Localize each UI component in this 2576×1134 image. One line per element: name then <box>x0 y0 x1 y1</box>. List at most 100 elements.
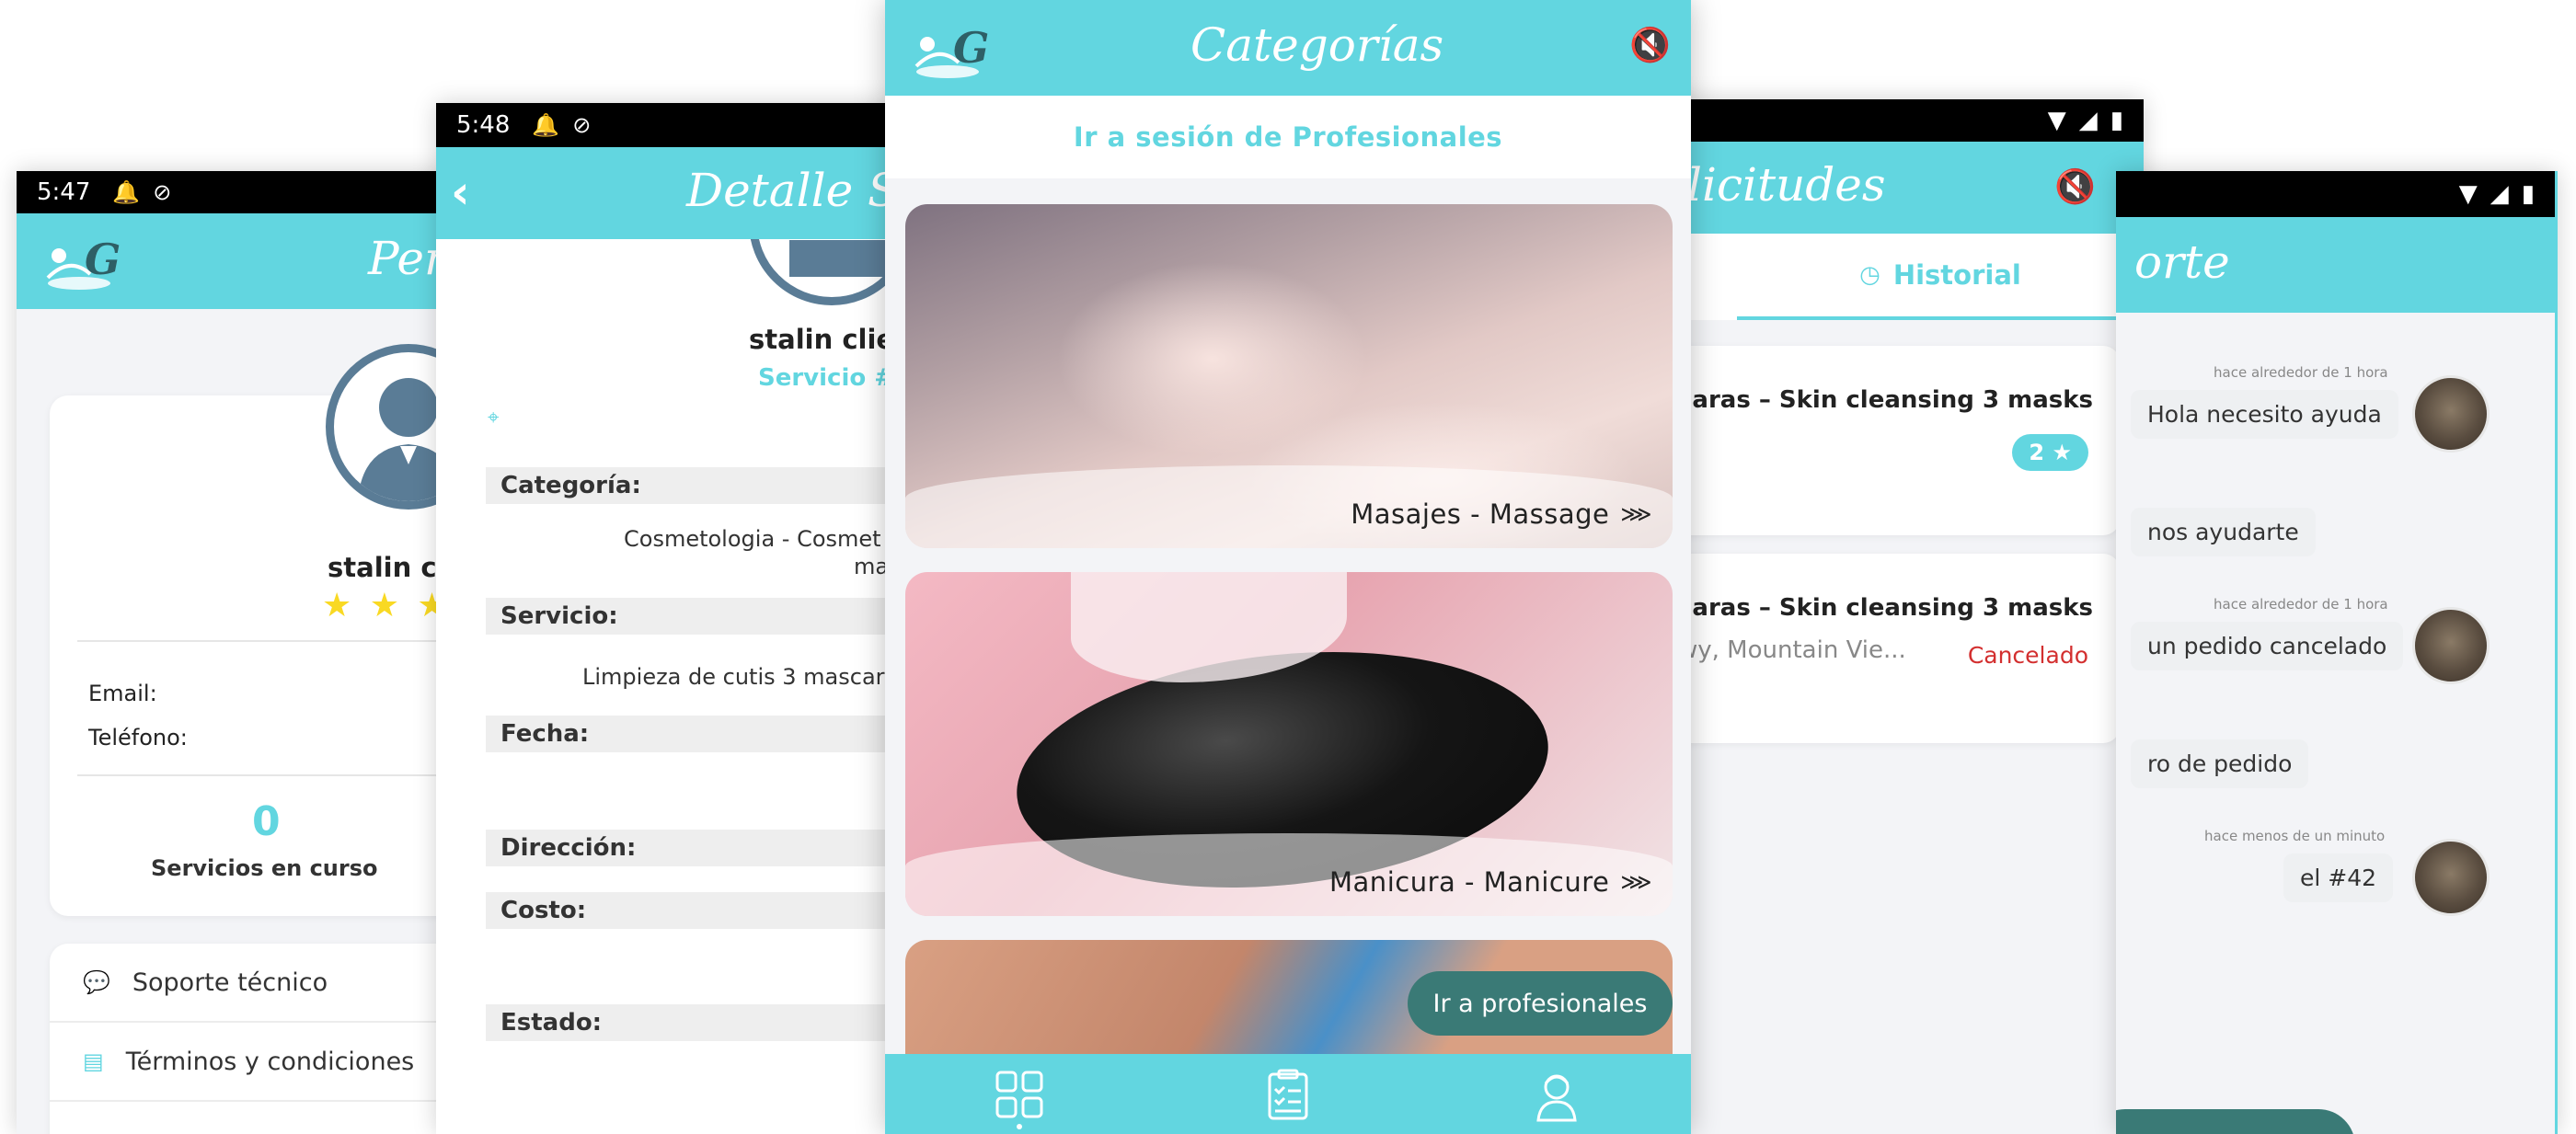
nav-professionals[interactable] <box>1529 1067 1584 1122</box>
menu-item-label: Términos y condiciones <box>125 1047 415 1076</box>
category-card-manicure[interactable]: Manicura - Manicure ⋙ <box>905 572 1673 916</box>
message-timestamp: hace menos de un minuto <box>2204 828 2386 844</box>
category-card-massage[interactable]: Masajes - Massage ⋙ <box>905 204 1673 548</box>
app-logo-icon: G <box>914 23 989 78</box>
professional-icon <box>1536 1074 1577 1121</box>
categories-screen: G Categorías 🔇 Ir a sesión de Profesiona… <box>885 0 1691 1134</box>
status-bar: ▼ ◢ ▮ <box>1647 99 2144 142</box>
service-value: Limpieza de cutis 3 mascar <box>582 664 885 690</box>
chat-message: nos ayudarte <box>2131 508 2316 556</box>
chat-message: ro de pedido <box>2131 739 2309 788</box>
status-time: 5:48 <box>456 111 511 139</box>
chat-message: el #42 <box>2283 853 2394 902</box>
dnd-icon: ⊘ <box>572 112 592 138</box>
bell-icon: 🔔 <box>532 112 560 138</box>
bottom-nav <box>885 1054 1691 1134</box>
double-chevron-icon: ⋙ <box>1620 869 1652 895</box>
clipboard-icon <box>1268 1069 1308 1119</box>
request-card[interactable]: caras – Skin cleansing 3 masks 2 ★ <box>1647 346 2120 535</box>
document-icon: ▤ <box>83 1048 104 1074</box>
profile-app-bar: G Perf <box>17 213 486 309</box>
menu-item-terms[interactable]: ▤ Términos y condiciones <box>50 1023 486 1102</box>
message-timestamp: hace alrededor de 1 hora <box>2214 364 2388 381</box>
category-name: Manicura - Manicure <box>1329 866 1610 898</box>
send-button[interactable] <box>2116 1109 2355 1134</box>
date-label: Fecha: <box>486 716 933 752</box>
profile-screen: 5:47 🔔 ⊘ G Perf stalin cl ★ ★ ★ Email: T… <box>17 171 486 1134</box>
detail-app-bar: ‹ Detalle Sol <box>436 147 933 239</box>
status-bar: 5:47 🔔 ⊘ <box>17 171 486 213</box>
request-title: caras – Skin cleansing 3 masks <box>1678 594 2093 622</box>
status-label: Estado: <box>486 1004 933 1041</box>
category-label: Categoría: <box>486 467 933 504</box>
avatar <box>2412 607 2490 684</box>
categories-title: Categorías <box>1190 18 1444 72</box>
battery-icon: ▮ <box>2521 180 2535 208</box>
divider <box>77 640 486 642</box>
menu-item-label: Soporte técnico <box>132 968 328 997</box>
request-title: caras – Skin cleansing 3 masks <box>1678 386 2093 414</box>
category-name: Masajes - Massage <box>1351 498 1610 530</box>
phone-label: Teléfono: <box>88 725 188 750</box>
detail-fields: Categoría: Cosmetologia - Cosmet mascar … <box>486 467 933 1134</box>
signal-icon: ◢ <box>2078 107 2098 134</box>
request-address: wy, Mountain Vie... <box>1678 636 1906 664</box>
cost-label: Costo: <box>486 892 933 929</box>
professional-session-link[interactable]: Ir a sesión de Profesionales <box>1074 121 1502 153</box>
mute-icon[interactable]: 🔇 <box>2054 167 2096 206</box>
message-timestamp: hace alrededor de 1 hora <box>2214 596 2388 613</box>
category-label: Masajes - Massage ⋙ <box>1351 498 1652 530</box>
service-number: Servicio # <box>758 364 895 392</box>
profile-name: stalin cl <box>328 552 446 583</box>
address-label: Dirección: <box>486 830 933 866</box>
profile-menu: 💬 Soporte técnico ▤ Términos y condicion… <box>50 944 486 1134</box>
status-time: 5:47 <box>37 178 91 206</box>
grid-icon <box>995 1071 1043 1117</box>
services-count: 0 <box>252 798 281 845</box>
status-bar: 5:48 🔔 ⊘ <box>436 103 933 147</box>
divider <box>77 774 486 776</box>
nav-categories[interactable] <box>992 1067 1047 1129</box>
requests-app-bar: licitudes 🔇 <box>1647 142 2144 234</box>
mute-icon[interactable]: 🔇 <box>1629 26 1671 64</box>
support-screen: ▼ ◢ ▮ orte hace alrededor de 1 hora Hola… <box>2116 171 2558 1134</box>
back-arrow-icon[interactable]: ‹ <box>451 166 470 219</box>
support-title: orte <box>2134 235 2230 289</box>
app-logo-icon: G <box>46 235 121 290</box>
support-app-bar: orte <box>2116 217 2555 313</box>
status-badge: Cancelado <box>1967 642 2088 669</box>
double-chevron-icon: ⋙ <box>1620 501 1652 527</box>
rating-stars: ★ ★ ★ <box>322 587 451 624</box>
avatar <box>2412 375 2490 452</box>
request-card[interactable]: caras – Skin cleansing 3 masks wy, Mount… <box>1647 554 2120 743</box>
chat-icon: 💬 <box>83 969 110 995</box>
status-bar: ▼ ◢ ▮ <box>2116 171 2555 217</box>
svg-text:G: G <box>85 235 121 284</box>
professionals-button[interactable]: Ir a profesionales <box>1408 971 1673 1036</box>
menu-item-support[interactable]: 💬 Soporte técnico <box>50 944 486 1023</box>
requests-screen: ▼ ◢ ▮ licitudes 🔇 ◷ Historial caras – Sk… <box>1647 99 2144 1134</box>
detail-screen: 5:48 🔔 ⊘ ‹ Detalle Sol stalin clie Servi… <box>436 103 933 1134</box>
clock-icon: ◷ <box>1859 261 1880 289</box>
bell-icon: 🔔 <box>112 179 141 205</box>
avatar <box>2412 839 2490 916</box>
categories-app-bar: G Categorías 🔇 <box>885 0 1691 96</box>
requests-title: licitudes <box>1687 158 1886 212</box>
chat-message: Hola necesito ayuda <box>2131 390 2398 439</box>
client-name: stalin clie <box>749 324 895 355</box>
professional-link-bar: Ir a sesión de Profesionales <box>885 96 1691 178</box>
tab-label: Historial <box>1892 259 2021 291</box>
tab-history[interactable]: ◷ Historial <box>1737 234 2144 320</box>
category-label: Manicura - Manicure ⋙ <box>1329 866 1652 898</box>
nav-requests[interactable] <box>1260 1067 1316 1122</box>
chat-message: un pedido cancelado <box>2131 622 2404 670</box>
requests-tabs: ◷ Historial <box>1647 234 2144 320</box>
service-label: Servicio: <box>486 598 933 635</box>
professionals-button-label: Ir a profesionales <box>1432 989 1648 1018</box>
email-label: Email: <box>88 681 157 706</box>
signal-icon: ◢ <box>2490 180 2509 208</box>
dnd-icon: ⊘ <box>153 179 172 205</box>
svg-text:G: G <box>953 23 989 73</box>
category-value: Cosmetologia - Cosmet <box>624 526 881 552</box>
battery-icon: ▮ <box>2110 107 2123 134</box>
